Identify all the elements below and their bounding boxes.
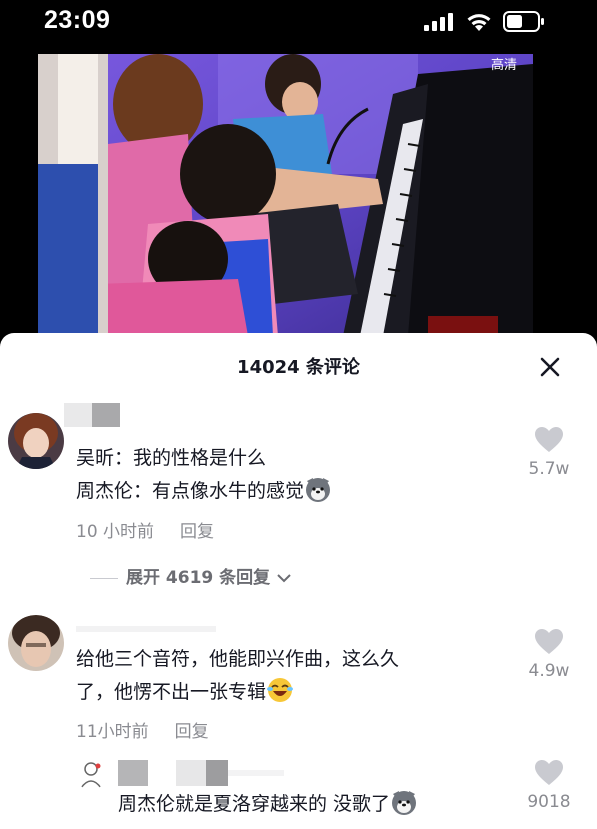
like-button[interactable]: 9018 xyxy=(524,760,574,812)
avatar[interactable] xyxy=(8,615,64,671)
reply-button[interactable]: 回复 xyxy=(180,522,214,542)
divider xyxy=(90,577,118,579)
comment-text: 周杰伦就是夏洛穿越来的 没歌了 xyxy=(118,788,418,821)
video-frame xyxy=(38,54,533,336)
comment-item: 给他三个音符，他能即兴作曲，这么久 了，他愣不出一张专辑 11小时前 回复 4.9… xyxy=(0,615,597,745)
comment-meta: 11小时前 回复 xyxy=(76,717,209,742)
username-redacted[interactable] xyxy=(76,621,216,645)
comment-line: 给他三个音符，他能即兴作曲，这么久 xyxy=(76,648,400,670)
comments-panel: 14024 条评论 吴昕：我的性格是什么 周杰伦：有点像水牛的感觉 10 小时前… xyxy=(0,333,597,829)
status-time: 23:09 xyxy=(44,6,111,34)
wifi-icon xyxy=(467,14,491,31)
dog-emoji-icon xyxy=(392,791,417,815)
heart-icon xyxy=(535,427,563,452)
comment-text: 吴昕：我的性格是什么 周杰伦：有点像水牛的感觉 xyxy=(76,442,332,508)
comment-line: 周杰伦：有点像水牛的感觉 xyxy=(76,475,332,508)
comment-line: 周杰伦就是夏洛穿越来的 没歌了 xyxy=(118,788,418,821)
battery-icon xyxy=(503,11,544,32)
comment-text: 给他三个音符，他能即兴作曲，这么久 了，他愣不出一张专辑 xyxy=(76,643,399,709)
comment-line: 吴昕：我的性格是什么 xyxy=(76,447,267,469)
comment-time: 11小时前 xyxy=(76,722,149,742)
comments-count-title: 14024 条评论 xyxy=(237,357,360,378)
like-button[interactable]: 5.7w xyxy=(524,427,574,479)
avatar[interactable] xyxy=(76,760,106,790)
like-count: 9018 xyxy=(527,792,571,812)
quality-tag[interactable]: 高清 xyxy=(491,54,517,73)
expand-replies-button[interactable]: 展开 4619 条回复 xyxy=(90,563,292,588)
comment-item: 周杰伦就是夏洛穿越来的 没歌了 9018 xyxy=(0,758,597,829)
status-bar: 23:09 xyxy=(0,0,597,48)
reply-button[interactable]: 回复 xyxy=(175,722,209,742)
heart-icon xyxy=(535,629,563,654)
chevron-down-icon xyxy=(277,574,291,583)
dog-emoji-icon xyxy=(306,478,331,502)
like-button[interactable]: 4.9w xyxy=(524,629,574,681)
username-redacted[interactable] xyxy=(64,403,120,427)
laughing-emoji-icon xyxy=(267,678,294,702)
comment-item: 吴昕：我的性格是什么 周杰伦：有点像水牛的感觉 10 小时前 回复 5.7w 展开… xyxy=(0,401,597,601)
video-player[interactable]: 高清 xyxy=(38,54,533,336)
comment-meta: 10 小时前 回复 xyxy=(76,517,214,542)
signal-icon xyxy=(424,13,453,31)
comment-line: 了，他愣不出一张专辑 xyxy=(76,676,399,709)
heart-icon xyxy=(535,760,563,785)
username-redacted[interactable] xyxy=(118,760,284,786)
comment-time: 10 小时前 xyxy=(76,522,155,542)
like-count: 4.9w xyxy=(528,661,570,681)
close-icon[interactable] xyxy=(538,355,562,379)
avatar[interactable] xyxy=(8,413,64,469)
like-count: 5.7w xyxy=(528,459,570,479)
